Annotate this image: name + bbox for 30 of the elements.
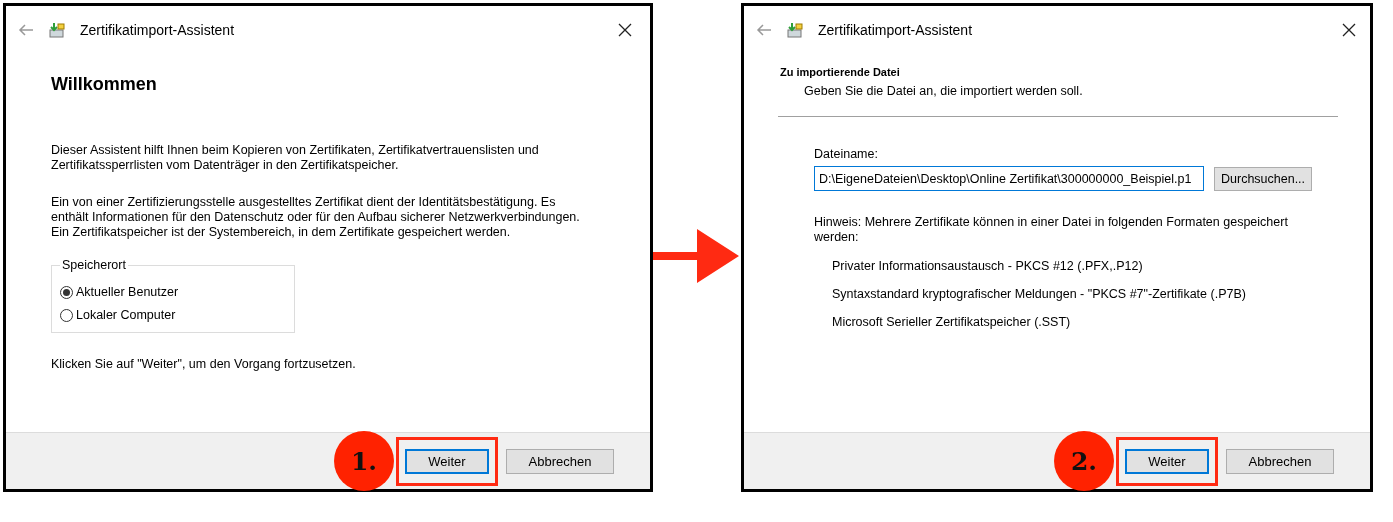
paragraph: Dieser Assistent hilft Ihnen beim Kopieren von Zertifikaten, Zertifikatvertrauenslisten und Zertifikatssperrlisten vom Datenträger in den Zertifikatspeicher. bbox=[51, 143, 540, 173]
page-heading: Willkommen bbox=[51, 74, 158, 95]
section-heading: Zu importierende Datei bbox=[780, 66, 901, 78]
wizard-button[interactable]: Abbrechen bbox=[1226, 448, 1334, 474]
step-badge: 2. bbox=[1054, 431, 1114, 491]
paragraph: Ein von einer Zertifizierungsstelle ausgestelltes Zertifikat dient der Identitätsbestätigung. Es enthält Informationen für den Datenschutz oder für den Aufbau sicherer Netzwerkverbindungen. Ein Zertifikatspeicher ist der Systembereich, in dem Zertifikate gespeichert werden. bbox=[51, 195, 581, 240]
format-item: Syntaxstandard kryptografischer Meldungen - "PKCS #7"-Zertifikate (.P7B) bbox=[832, 287, 1247, 301]
close-icon[interactable] bbox=[1342, 23, 1356, 37]
note-text: Hinweis: Mehrere Zertifikate können in einer Datei in folgenden Formaten gespeichert werden: bbox=[814, 215, 1289, 245]
wizard-button[interactable]: Abbrechen bbox=[506, 448, 614, 474]
group-label: Speicherort bbox=[61, 258, 127, 272]
certificate-wizard-icon bbox=[786, 21, 804, 39]
field-label: Dateiname: bbox=[814, 147, 879, 161]
wizard-button[interactable]: Weiter bbox=[1125, 448, 1209, 474]
format-item: Privater Informationsaustausch - PKCS #12 (.PFX,.P12) bbox=[832, 259, 1144, 273]
close-icon[interactable] bbox=[618, 23, 632, 37]
window-title: Zertifikatimport-Assistent bbox=[818, 22, 974, 38]
file-name-field[interactable]: D:\EigeneDateien\Desktop\Online Zertifikat\300000000_Beispiel.p1 bbox=[814, 166, 1204, 191]
back-arrow-icon[interactable] bbox=[756, 23, 772, 37]
section-description: Geben Sie die Datei an, die importiert werden soll. bbox=[804, 84, 1084, 98]
window-title: Zertifikatimport-Assistent bbox=[80, 22, 236, 38]
certificate-wizard-icon bbox=[48, 21, 66, 39]
browse-button[interactable]: Durchsuchen... bbox=[1214, 166, 1313, 191]
radio-label[interactable]: Aktueller Benutzer bbox=[76, 285, 179, 299]
format-item: Microsoft Serieller Zertifikatspeicher (.SST) bbox=[832, 315, 1072, 329]
instruction-text: Klicken Sie auf "Weiter", um den Vorgang fortzusetzen. bbox=[51, 357, 357, 372]
radio-label[interactable]: Lokaler Computer bbox=[76, 308, 176, 322]
back-arrow-icon[interactable] bbox=[18, 23, 34, 37]
wizard-button[interactable]: Weiter bbox=[405, 448, 489, 474]
step-badge: 1. bbox=[334, 431, 394, 491]
